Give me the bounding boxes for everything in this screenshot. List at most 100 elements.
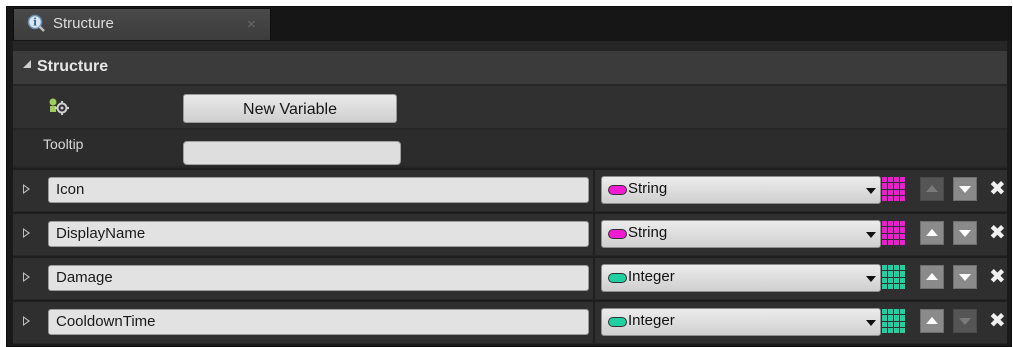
container-type-grid-icon[interactable] [882,309,905,333]
grid-cell [894,277,899,283]
chevron-down-icon [866,320,876,326]
remove-variable-button[interactable]: ✖ [989,177,1006,201]
grid-cell [894,321,899,327]
string-pin-icon [608,229,627,239]
grid-cell [882,315,887,321]
grid-cell [882,183,887,189]
arrow-up-icon [926,229,938,236]
grid-cell [882,177,887,183]
tooltip-input[interactable] [183,141,401,165]
column-splitter[interactable] [593,214,595,255]
move-down-button[interactable] [953,221,977,245]
arrow-down-icon [959,274,971,281]
grid-cell [900,189,905,195]
arrow-down-icon [959,230,971,237]
arrow-down-icon [959,186,971,193]
move-down-button[interactable] [953,309,977,333]
grid-cell [882,309,887,315]
arrow-down-icon [959,318,971,325]
grid-cell [900,315,905,321]
grid-cell [882,227,887,233]
grid-cell [900,177,905,183]
close-icon[interactable]: × [247,16,256,33]
expand-arrow-icon[interactable] [23,316,30,326]
grid-cell [882,277,887,283]
variable-type-select[interactable]: String [601,220,881,248]
grid-cell [900,227,905,233]
grid-cell [888,189,893,195]
grid-cell [900,265,905,271]
grid-cell [888,315,893,321]
variable-type-label: Integer [628,312,675,329]
grid-cell [888,177,893,183]
variable-type-label: String [628,180,668,197]
grid-cell [894,177,899,183]
grid-cell [888,277,893,283]
grid-cell [900,283,905,289]
variable-name-input[interactable]: CooldownTime [48,309,589,335]
grid-cell [888,321,893,327]
move-down-button[interactable] [953,265,977,289]
string-pin-icon [608,185,627,195]
grid-cell [888,265,893,271]
add-variable-icon [49,98,69,115]
move-up-button[interactable] [920,265,944,289]
container-type-grid-icon[interactable] [882,221,905,245]
grid-cell [900,327,905,333]
grid-cell [882,233,887,239]
column-splitter[interactable] [593,302,595,343]
grid-cell [888,327,893,333]
column-splitter[interactable] [593,258,595,299]
grid-cell [888,233,893,239]
grid-cell [894,221,899,227]
variable-type-select[interactable]: Integer [601,264,881,292]
move-up-button[interactable] [920,177,944,201]
grid-cell [894,233,899,239]
column-splitter[interactable] [593,170,595,211]
grid-cell [888,183,893,189]
variable-row: Damage Integer ✖ [13,256,1007,299]
variable-type-label: String [628,224,668,241]
grid-cell [888,221,893,227]
grid-cell [894,183,899,189]
grid-cell [888,309,893,315]
variable-row: CooldownTime Integer ✖ [13,300,1007,343]
grid-cell [900,195,905,201]
grid-cell [888,239,893,245]
move-down-button[interactable] [953,177,977,201]
tooltip-row: Tooltip [13,130,1007,166]
variable-row: DisplayName String ✖ [13,212,1007,255]
grid-cell [900,271,905,277]
move-up-button[interactable] [920,221,944,245]
variable-name-input[interactable]: Damage [48,265,589,291]
grid-cell [894,189,899,195]
grid-cell [894,239,899,245]
remove-variable-button[interactable]: ✖ [989,309,1006,333]
container-type-grid-icon[interactable] [882,265,905,289]
tab-structure[interactable]: i Structure × [13,8,271,40]
move-up-button[interactable] [920,309,944,333]
remove-variable-button[interactable]: ✖ [989,221,1006,245]
expand-arrow-icon[interactable] [23,228,30,238]
new-variable-button[interactable]: New Variable [183,94,397,123]
remove-variable-button[interactable]: ✖ [989,265,1006,289]
variable-type-label: Integer [628,268,675,285]
variable-name-input[interactable]: Icon [48,177,589,203]
variable-type-select[interactable]: Integer [601,308,881,336]
integer-pin-icon [608,273,627,283]
container-type-grid-icon[interactable] [882,177,905,201]
section-header[interactable]: Structure [13,51,1007,84]
grid-cell [894,271,899,277]
new-variable-row: New Variable [13,86,1007,128]
integer-pin-icon [608,317,627,327]
grid-cell [882,195,887,201]
grid-cell [900,183,905,189]
chevron-down-icon [866,276,876,282]
variable-name-input[interactable]: DisplayName [48,221,589,247]
grid-cell [882,321,887,327]
expand-arrow-icon[interactable] [23,184,30,194]
expand-arrow-icon[interactable] [23,272,30,282]
grid-cell [888,227,893,233]
variable-type-select[interactable]: String [601,176,881,204]
svg-text:i: i [33,18,37,29]
